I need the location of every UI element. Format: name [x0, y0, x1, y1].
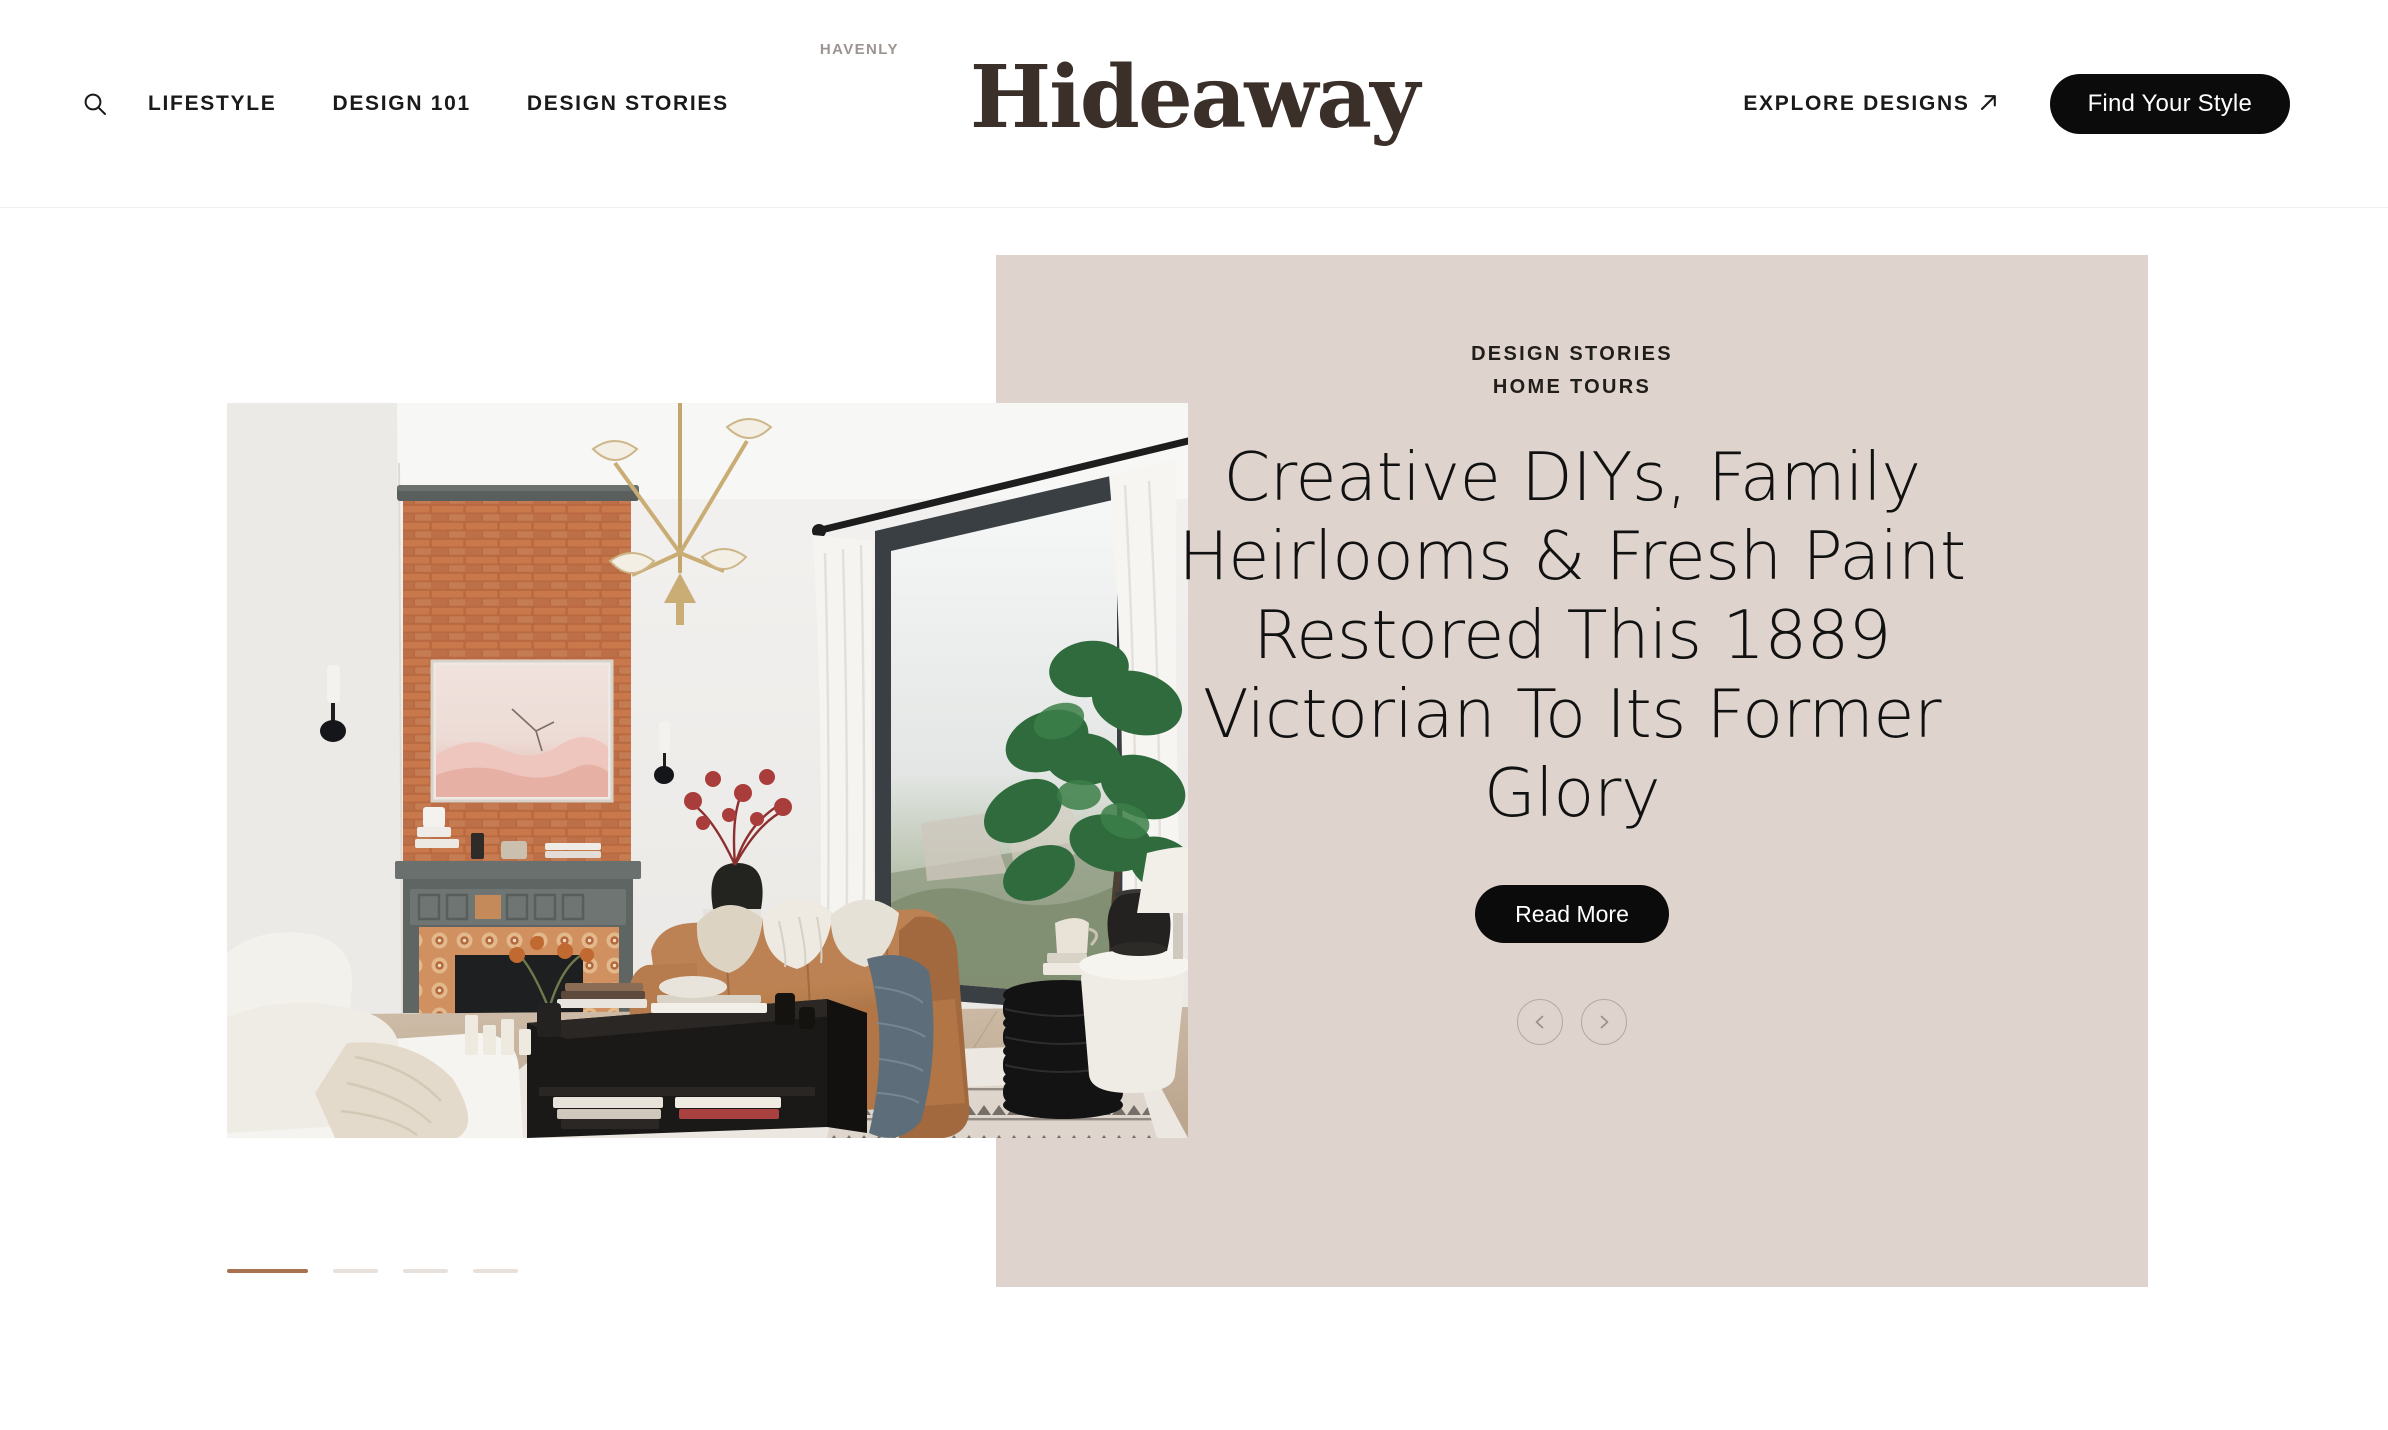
search-icon-glyph	[84, 93, 106, 115]
site-logo[interactable]: Havenly Hideaway	[820, 42, 1420, 148]
logo-wordmark: Hideaway	[969, 47, 1420, 148]
hero-featured-image[interactable]	[227, 403, 1188, 1138]
carousel-progress-bar-2[interactable]	[333, 1269, 378, 1273]
carousel-progress-indicators	[227, 1269, 518, 1273]
carousel-prev-button[interactable]	[1517, 999, 1563, 1046]
explore-designs-link[interactable]: Explore Designs	[1743, 92, 1997, 116]
primary-nav: Lifestyle Design 101 Design Stories	[72, 0, 729, 207]
carousel-progress-bar-3[interactable]	[403, 1269, 448, 1273]
carousel-progress-bar-4[interactable]	[473, 1269, 518, 1273]
chevron-right-icon	[1600, 1015, 1609, 1029]
hero-headline: Creative DIYs, Family Heirlooms & Fresh …	[1178, 438, 1966, 833]
header-actions: Explore Designs Find Your Style	[1743, 0, 2290, 207]
chevron-left-icon	[1535, 1015, 1544, 1029]
hero-eyebrow-subcategory[interactable]: Home Tours	[1130, 371, 2014, 404]
site-header: Lifestyle Design 101 Design Stories Have…	[0, 0, 2388, 208]
carousel-controls	[1130, 999, 2014, 1046]
hero-eyebrow-category[interactable]: Design Stories	[1130, 338, 2014, 371]
arrow-up-right-icon	[1980, 95, 1996, 111]
explore-designs-label: Explore Designs	[1743, 91, 1970, 115]
page-root: Lifestyle Design 101 Design Stories Have…	[0, 0, 2388, 1430]
search-icon[interactable]	[72, 81, 118, 127]
hero-carousel: Design Stories Home Tours Creative DIYs,…	[0, 208, 2388, 1430]
nav-item-design-101[interactable]: Design 101	[332, 82, 470, 126]
find-your-style-button[interactable]: Find Your Style	[2049, 73, 2290, 134]
read-more-button[interactable]: Read More	[1475, 885, 1669, 944]
nav-item-design-stories[interactable]: Design Stories	[527, 82, 729, 126]
nav-item-lifestyle[interactable]: Lifestyle	[148, 82, 276, 126]
hero-image-artwork	[227, 403, 1188, 1138]
carousel-progress-bar-1[interactable]	[227, 1269, 308, 1273]
hero-text-content: Design Stories Home Tours Creative DIYs,…	[1130, 338, 2014, 1046]
carousel-next-button[interactable]	[1581, 999, 1627, 1046]
